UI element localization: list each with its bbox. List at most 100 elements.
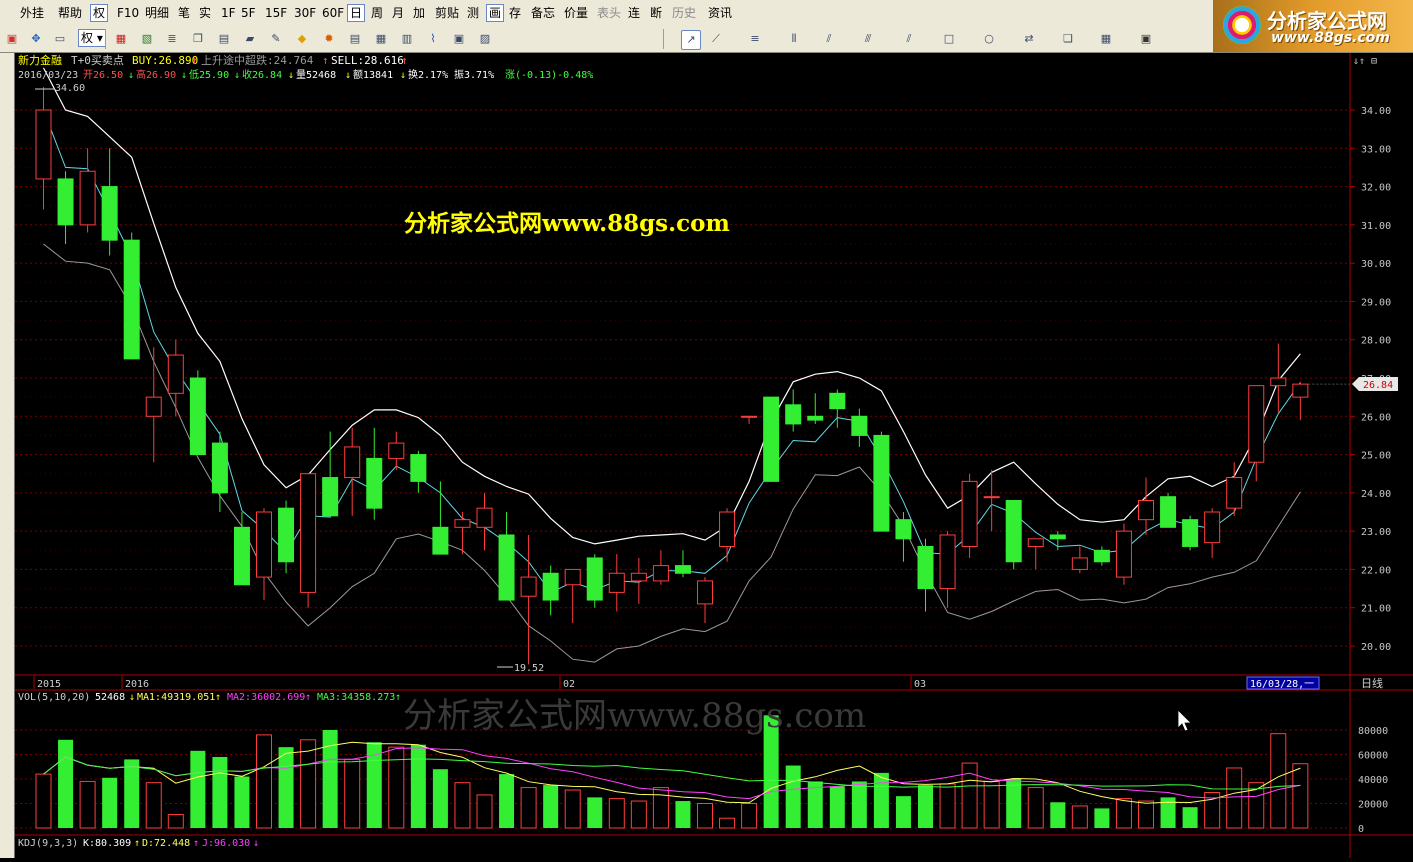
print-icon[interactable]: ▨	[476, 30, 494, 48]
candle-body	[983, 496, 1000, 499]
scale-toggle-icon[interactable]: ⇓⇑	[1353, 56, 1365, 67]
volume-bar	[234, 776, 250, 828]
menu-item-17[interactable]: 测	[465, 5, 481, 21]
chart-area[interactable]: 34.0033.0032.0031.0030.0029.0028.0027.00…	[15, 53, 1413, 858]
menu-item-2[interactable]: 权	[90, 4, 109, 22]
menu-item-15[interactable]: 加	[411, 5, 427, 21]
menu-item-20[interactable]: 备忘	[529, 5, 557, 21]
draw-cursor-icon[interactable]: ↗	[681, 30, 701, 50]
candle-body	[167, 354, 184, 394]
price-tick-label: 26.00	[1361, 412, 1391, 423]
menu-item-8[interactable]: 5F	[239, 5, 258, 21]
note-icon[interactable]: ▤	[215, 30, 233, 48]
window-icon[interactable]: ▣	[450, 30, 468, 48]
move-icon[interactable]: ✥	[27, 30, 45, 48]
target-icon[interactable]: ✹	[320, 30, 338, 48]
menu-item-11[interactable]: 60F	[320, 5, 346, 21]
menu-item-18[interactable]: 画	[486, 4, 505, 22]
ruler-icon[interactable]: ▭	[51, 30, 69, 48]
watermark-volume: 分析家公式网www.88gs.com	[403, 696, 866, 736]
arrow-up-icon: ↑	[215, 692, 221, 703]
low-value: 低25.90	[189, 68, 229, 81]
menu-item-16[interactable]: 剪贴	[433, 5, 461, 21]
edit-icon[interactable]: ✎	[267, 30, 285, 48]
menu-item-6[interactable]: 实	[197, 5, 213, 21]
price-tick-label: 33.00	[1361, 144, 1391, 155]
text-tool-icon[interactable]: ≡	[746, 30, 764, 48]
arrow-down-icon: ↓	[253, 838, 259, 849]
copy-tool-icon[interactable]: ❏	[1059, 30, 1077, 48]
menu-item-24[interactable]: 断	[648, 5, 664, 21]
volume-bar	[300, 739, 317, 829]
kdj-indicator-name: KDJ(9,3,3)	[18, 838, 78, 849]
vol-indicator-name: VOL(5,10,20)	[18, 692, 90, 703]
copy-icon[interactable]: ❐	[189, 30, 207, 48]
volume-bar	[432, 769, 448, 828]
min-price-label: 19.52	[514, 663, 544, 674]
warning-icon[interactable]: ◆	[293, 30, 311, 48]
volume-bar	[35, 773, 52, 829]
menu-item-7[interactable]: 1F	[219, 5, 238, 21]
rect-tool-icon[interactable]: □	[940, 30, 958, 48]
table-icon[interactable]: ▦	[372, 30, 390, 48]
palette-icon[interactable]: ▦	[1097, 30, 1115, 48]
menu-item-1[interactable]: 帮助	[56, 5, 84, 21]
eraser-icon[interactable]: ▰	[241, 30, 259, 48]
ellipse-tool-icon[interactable]: ○	[980, 30, 998, 48]
volume-bar	[873, 772, 889, 828]
small-chart-icon[interactable]: ▥	[398, 30, 416, 48]
volume-tick-label: 80000	[1358, 726, 1388, 737]
menu-item-9[interactable]: 15F	[263, 5, 289, 21]
site-logo: 分析家公式网 www.88gs.com	[1213, 0, 1413, 52]
menu-item-21[interactable]: 价量	[562, 5, 590, 21]
candle-body	[719, 511, 736, 547]
volume-bar	[895, 796, 911, 828]
panel-collapse-icon[interactable]: ⊟	[1371, 56, 1377, 67]
volume-bar	[829, 786, 845, 828]
menu-item-13[interactable]: 周	[369, 5, 385, 21]
candle-body	[1071, 557, 1088, 570]
volume-bar	[719, 817, 736, 829]
line-tool-icon[interactable]: ⟋	[707, 30, 725, 48]
arrow-tool-icon[interactable]: ⇄	[1020, 30, 1038, 48]
period-label[interactable]: 日线	[1361, 676, 1383, 690]
candle-body	[630, 572, 647, 582]
vbars-tool-icon[interactable]: ⦀	[785, 30, 803, 48]
fan-tool-icon[interactable]: ⫽	[820, 30, 838, 48]
app-icon[interactable]: ▣	[3, 30, 21, 48]
candle-body	[851, 415, 868, 436]
volume-bar	[675, 801, 691, 828]
menu-item-12[interactable]: 日	[347, 4, 366, 22]
menu-item-26[interactable]: 资讯	[706, 5, 734, 21]
green-chart-icon[interactable]: ▧	[138, 30, 156, 48]
menu-item-4[interactable]: 明细	[143, 5, 171, 21]
channel-tool-icon[interactable]: ⫽	[900, 30, 918, 48]
kdj-k-value: K:80.309	[83, 838, 131, 849]
save-icon[interactable]: ▣	[1137, 30, 1155, 48]
menu-item-14[interactable]: 月	[390, 5, 406, 21]
price-tick-label: 29.00	[1361, 297, 1391, 308]
menu-item-5[interactable]: 笔	[176, 5, 192, 21]
volume-bar	[1115, 798, 1132, 829]
menu-item-3[interactable]: F10	[115, 5, 141, 21]
candle	[586, 554, 603, 608]
red-chart-icon[interactable]: ▦	[112, 30, 130, 48]
quan-dropdown[interactable]: 权 ▾	[78, 29, 106, 47]
candle-body	[961, 480, 978, 547]
bars-icon[interactable]: ≣	[163, 30, 181, 48]
menu-item-10[interactable]: 30F	[292, 5, 318, 21]
x-label-2015: 2015	[37, 679, 61, 690]
volume-bar	[564, 789, 581, 829]
candle-body	[1182, 519, 1199, 547]
menu-item-0[interactable]: 外挂	[18, 5, 46, 21]
compare-icon[interactable]: ▤	[346, 30, 364, 48]
parallel-tool-icon[interactable]: ⫻	[859, 30, 877, 48]
menu-item-22[interactable]: 表头	[595, 5, 623, 21]
candle-body	[35, 109, 52, 180]
menu-item-23[interactable]: 连	[626, 5, 642, 21]
line-chart-icon[interactable]: ⌇	[424, 30, 442, 48]
menu-item-25[interactable]: 历史	[670, 5, 698, 21]
menu-item-19[interactable]: 存	[507, 5, 523, 21]
candle-body	[57, 178, 74, 226]
candle-body	[344, 446, 361, 479]
